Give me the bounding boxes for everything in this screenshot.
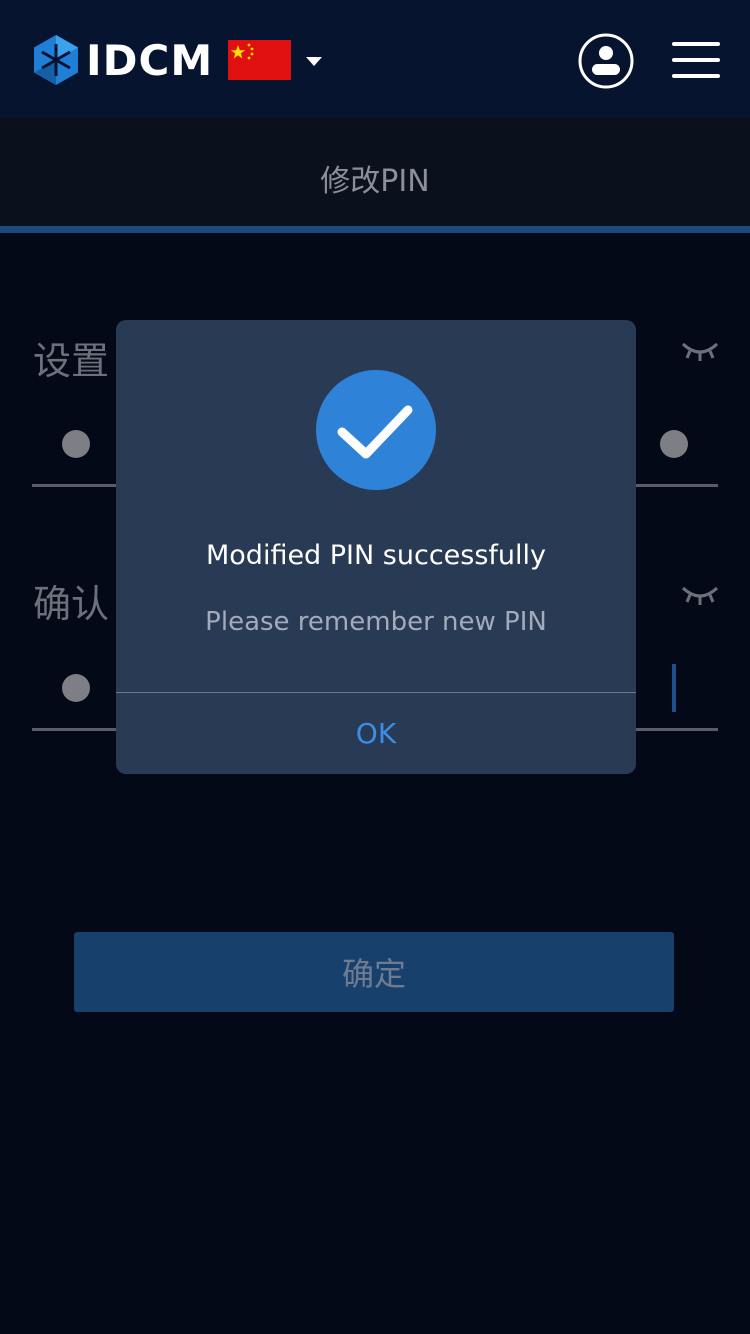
dialog-message: Please remember new PIN xyxy=(205,607,547,637)
success-dialog: Modified PIN successfully Please remembe… xyxy=(116,320,636,774)
checkmark-icon xyxy=(316,370,436,490)
dialog-overlay: Modified PIN successfully Please remembe… xyxy=(0,0,750,1334)
dialog-title: Modified PIN successfully xyxy=(205,540,547,571)
ok-button[interactable]: OK xyxy=(116,693,636,774)
